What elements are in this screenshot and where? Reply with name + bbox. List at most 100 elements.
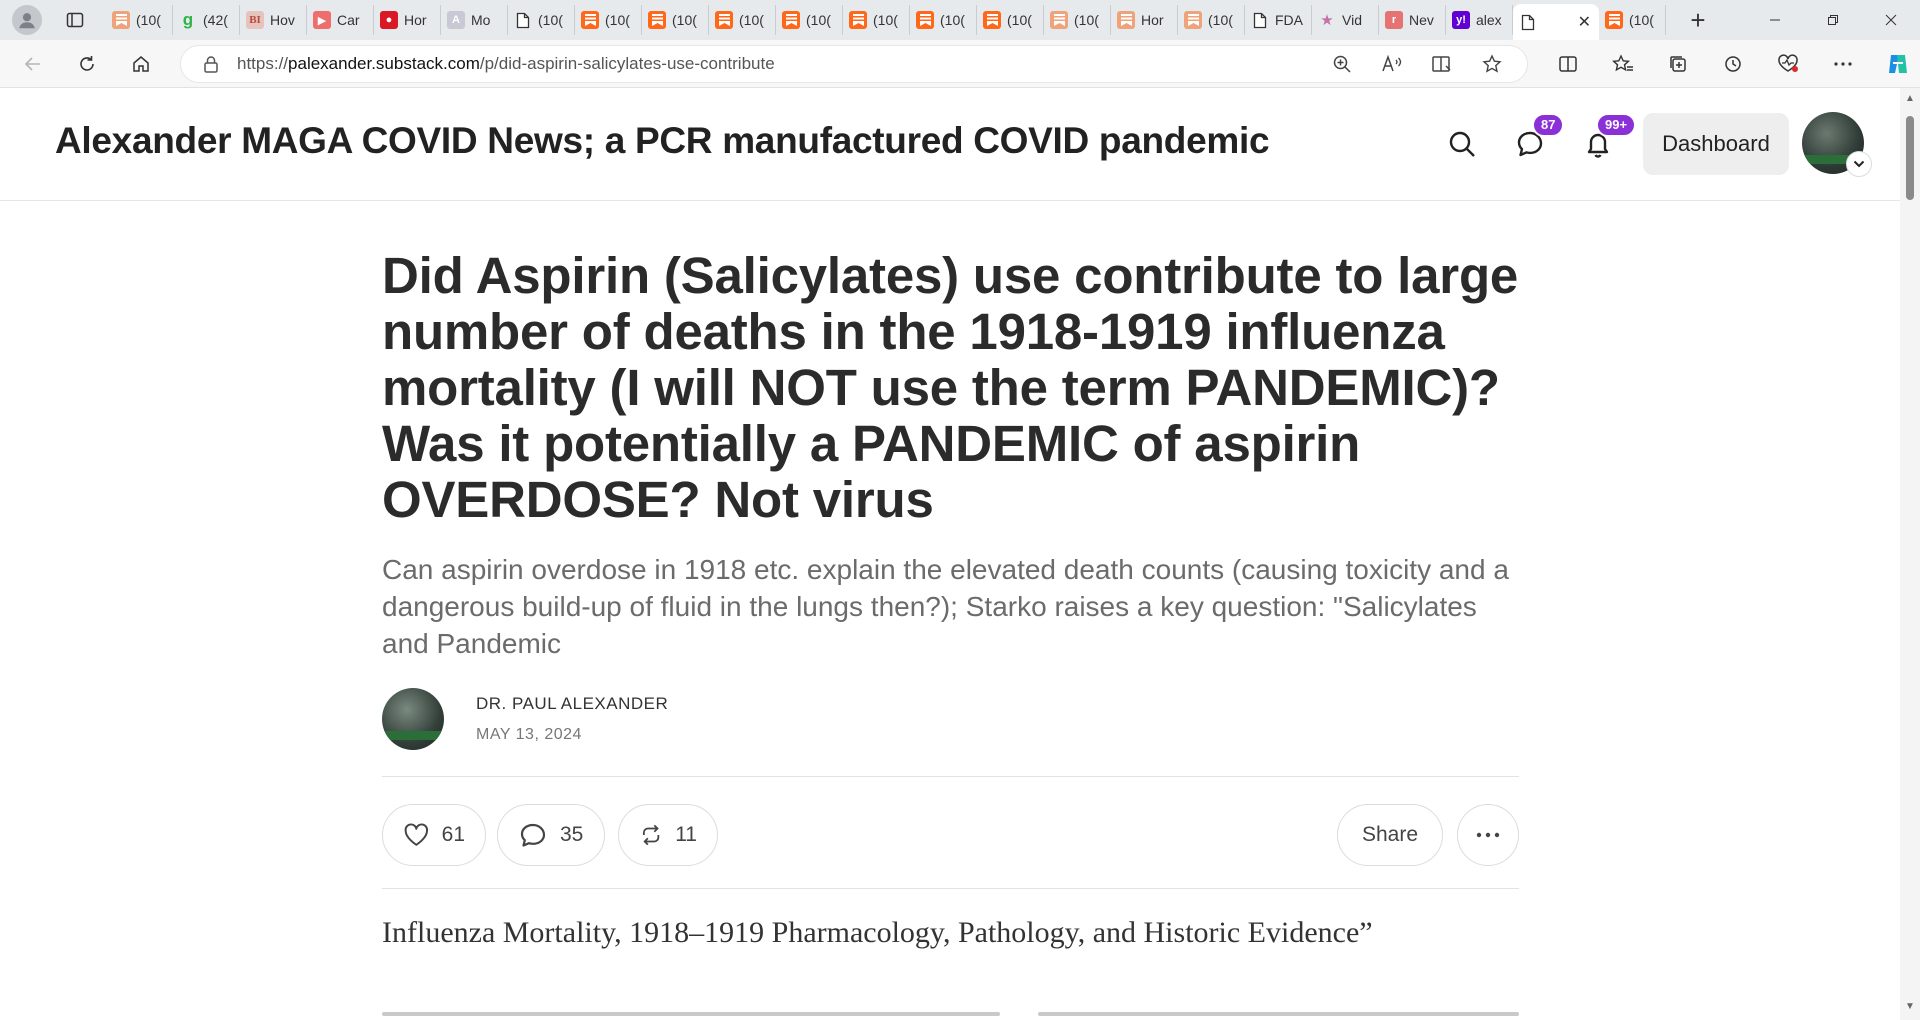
browser-tab[interactable]: Hor [1111, 5, 1178, 35]
comment-button[interactable]: 35 [497, 804, 605, 866]
divider [382, 888, 1519, 889]
new-tab-button[interactable]: + [1680, 5, 1716, 35]
substack-icon [648, 11, 666, 29]
refresh-icon [80, 55, 94, 71]
restack-icon [642, 824, 660, 846]
tab-actions-button[interactable] [60, 5, 90, 35]
like-button[interactable]: 61 [382, 804, 486, 866]
share-button[interactable]: Share [1337, 804, 1443, 866]
substack-icon [916, 11, 934, 29]
youtube-icon: ▶ [313, 11, 331, 29]
tab-actions-icon [66, 12, 84, 28]
browser-tab[interactable]: (10( [910, 5, 977, 35]
red-pin-icon: ● [380, 11, 398, 29]
scroll-thumb[interactable] [1906, 116, 1914, 200]
browser-tab[interactable]: (10( [642, 5, 709, 35]
author-name[interactable]: DR. PAUL ALEXANDER [476, 694, 668, 714]
notifications-button[interactable]: 99+ [1578, 113, 1637, 164]
address-bar-actions [1317, 54, 1517, 74]
settings-more-button[interactable] [1815, 45, 1870, 83]
tab-label: (10( [1074, 12, 1099, 28]
tab-label: Car [337, 12, 360, 28]
browser-tab[interactable]: BI Hov [240, 5, 307, 35]
browser-tab[interactable]: y! alex [1446, 5, 1513, 35]
back-button[interactable] [14, 45, 52, 83]
close-window-button[interactable] [1862, 0, 1920, 40]
browser-tab[interactable]: (10( [508, 5, 575, 35]
tab-label: (42( [203, 12, 228, 28]
post-subtitle: Can aspirin overdose in 1918 etc. explai… [382, 554, 1509, 659]
history-button[interactable] [1705, 45, 1760, 83]
author-avatar[interactable] [382, 688, 444, 750]
restack-count: 11 [675, 823, 697, 846]
address-bar[interactable]: https://palexander.substack.com/p/did-as… [180, 45, 1528, 83]
divider [382, 776, 1519, 777]
url-text[interactable]: https://palexander.substack.com/p/did-as… [237, 54, 775, 74]
favorites-button[interactable] [1595, 45, 1650, 83]
copilot-button[interactable] [1870, 45, 1920, 83]
browser-profile-button[interactable] [12, 5, 42, 35]
browser-tab[interactable]: g (42( [173, 5, 240, 35]
history-icon [1724, 56, 1741, 72]
zoom-button[interactable] [1317, 54, 1367, 74]
search-button[interactable] [1442, 124, 1482, 164]
restack-button[interactable]: 11 [618, 804, 718, 866]
browser-tab[interactable]: r Nev [1379, 5, 1446, 35]
more-horizontal-icon [1833, 62, 1852, 66]
scroll-down-arrow[interactable]: ▼ [1905, 1002, 1915, 1012]
account-menu-button[interactable] [1846, 151, 1872, 177]
messages-button[interactable]: 87 [1510, 113, 1565, 164]
browser-tab[interactable]: (10( [575, 5, 642, 35]
browser-tab-active[interactable]: ✕ [1513, 4, 1599, 40]
star-icon [1482, 54, 1502, 73]
split-screen-button[interactable] [1540, 45, 1595, 83]
copilot-icon [1888, 55, 1907, 73]
comment-count: 35 [560, 823, 584, 846]
dashboard-button[interactable]: Dashboard [1643, 113, 1789, 175]
browser-tab[interactable]: (10( [106, 5, 173, 35]
browser-tab[interactable]: (10( [1599, 5, 1666, 35]
messages-badge: 87 [1532, 113, 1565, 137]
browser-tab[interactable]: (10( [843, 5, 910, 35]
tab-label: (10( [1208, 12, 1233, 28]
tab-label: Nev [1409, 12, 1434, 28]
home-button[interactable] [122, 45, 160, 83]
browser-tab[interactable]: ● Hor [374, 5, 441, 35]
site-title[interactable]: Alexander MAGA COVID News; a PCR manufac… [55, 120, 1270, 162]
restore-button[interactable] [1804, 0, 1862, 40]
tab-label: Hov [270, 12, 295, 28]
browser-tab[interactable]: FDA [1245, 5, 1312, 35]
read-aloud-button[interactable] [1367, 54, 1417, 74]
page-icon [1519, 13, 1537, 31]
browser-tab[interactable]: (10( [776, 5, 843, 35]
close-tab-icon[interactable]: ✕ [1578, 12, 1591, 32]
browser-tab[interactable]: ★ Vid [1312, 5, 1379, 35]
substack-icon [1605, 11, 1623, 29]
notifications-badge: 99+ [1596, 113, 1637, 137]
browser-tab[interactable]: A Mo [441, 5, 508, 35]
browser-tab[interactable]: (10( [709, 5, 776, 35]
tab-label: (10( [1629, 12, 1654, 28]
page-scrollbar[interactable]: ▲ ▼ [1900, 88, 1920, 1020]
tab-label: Hor [1141, 12, 1164, 28]
minimize-button[interactable] [1746, 0, 1804, 40]
browser-tab[interactable]: (10( [977, 5, 1044, 35]
browser-tab[interactable]: (10( [1044, 5, 1111, 35]
arrow-left-icon [24, 56, 40, 71]
performance-button[interactable] [1760, 45, 1815, 83]
favorite-button[interactable] [1467, 54, 1517, 74]
refresh-button[interactable] [68, 45, 106, 83]
post-body-paragraph: Influenza Mortality, 1918–1919 Pharmacol… [382, 916, 1373, 949]
browser-tab[interactable]: ▶ Car [307, 5, 374, 35]
immersive-reader-button[interactable] [1417, 54, 1467, 74]
collections-button[interactable] [1650, 45, 1705, 83]
browser-tab[interactable]: (10( [1178, 5, 1245, 35]
more-horizontal-icon [1476, 832, 1500, 838]
lock-icon[interactable] [203, 55, 223, 73]
scroll-up-arrow[interactable]: ▲ [1905, 94, 1915, 104]
heart-icon [404, 823, 429, 846]
more-options-button[interactable] [1457, 804, 1519, 866]
tab-list: (10(g (42(BI Hov ▶ Car ● Hor A Mo (10((10((10((10… [106, 0, 1666, 40]
star-icon: ★ [1320, 12, 1334, 29]
split-screen-icon [1558, 56, 1577, 72]
